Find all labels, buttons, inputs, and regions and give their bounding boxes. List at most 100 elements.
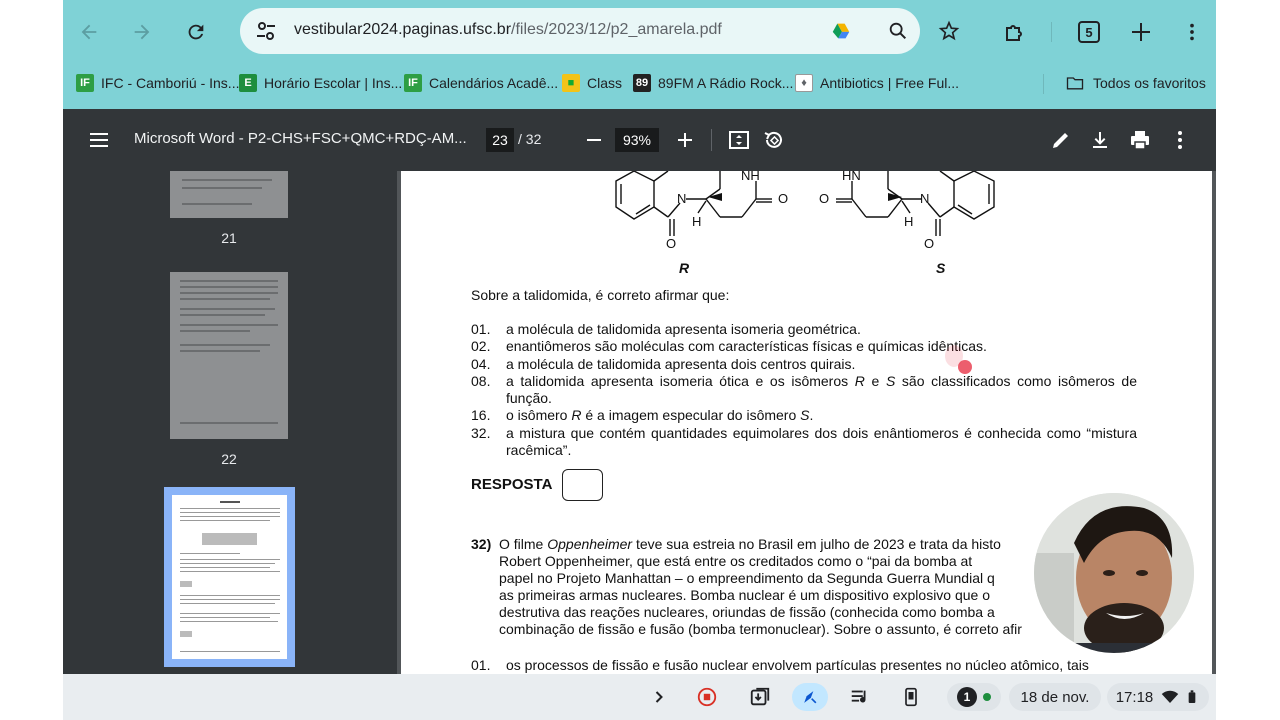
url-host: vestibular2024.paginas.ufsc.br <box>294 21 512 38</box>
zoom-in-icon[interactable] <box>673 128 697 152</box>
question-32-option-01: 01. os processos de fissão e fusão nucle… <box>471 657 1089 673</box>
answer-box <box>562 469 603 501</box>
atom-o-label: O <box>778 191 789 206</box>
download-tray-icon <box>750 687 770 706</box>
extensions-button[interactable] <box>997 14 1033 50</box>
atom-nh-label: NH <box>741 171 760 183</box>
forward-button[interactable] <box>124 14 160 50</box>
menu-icon[interactable] <box>87 128 111 152</box>
pdf-toolbar: Microsoft Word - P2-CHS+FSC+QMC+RDÇ-AM..… <box>63 109 1216 171</box>
bookmark-all-folder[interactable]: Todos os favoritos <box>1065 72 1206 94</box>
media-controls-button[interactable] <box>846 683 874 711</box>
notification-indicator[interactable]: 1 <box>947 683 1001 711</box>
screen-record-button[interactable] <box>693 683 721 711</box>
browser-menu-button[interactable] <box>1174 14 1210 50</box>
plus-icon <box>1132 23 1150 41</box>
isomer-r-label: R <box>679 260 690 276</box>
bookmark-star-icon[interactable] <box>938 20 960 42</box>
tab-switcher-button[interactable]: 5 <box>1071 14 1107 50</box>
back-button[interactable] <box>71 14 107 50</box>
stylus-tools-button[interactable] <box>792 683 828 711</box>
bookmark-ifc-camboriu[interactable]: IF IFC - Camboriú - Ins... <box>76 72 239 94</box>
question-intro: Sobre a talidomida, é correto afirmar qu… <box>471 287 730 303</box>
shelf-expand-button[interactable] <box>645 683 673 711</box>
bookmark-antibiotics[interactable]: ♦ Antibiotics | Free Ful... <box>795 72 959 94</box>
thumbnail-page-21[interactable] <box>170 171 288 218</box>
thumbnail-sidebar: 21 22 <box>63 171 397 674</box>
date-tray-button[interactable]: 18 de nov. <box>1009 683 1101 711</box>
thalidomide-structures-diagram <box>615 171 995 236</box>
puzzle-icon <box>1006 25 1022 41</box>
arrow-right-icon <box>134 24 150 40</box>
thumbnail-number: 21 <box>221 230 237 246</box>
thumbnail-number: 22 <box>221 451 237 467</box>
download-icon[interactable] <box>1088 128 1112 152</box>
fit-page-icon[interactable] <box>727 128 751 152</box>
presenter-video-image <box>1034 493 1194 653</box>
phone-icon <box>905 687 917 707</box>
address-bar[interactable]: vestibular2024.paginas.ufsc.br/files/202… <box>240 8 920 54</box>
new-tab-button[interactable] <box>1123 14 1159 50</box>
annotate-pen-icon[interactable] <box>1049 128 1073 152</box>
site-settings-icon[interactable] <box>254 19 278 43</box>
status-tray-button[interactable]: 17:18 <box>1107 683 1209 711</box>
bookmark-calendarios[interactable]: IF Calendários Acadê... <box>404 72 558 94</box>
atom-h-label: H <box>692 214 702 229</box>
atom-o-label: O <box>819 191 830 206</box>
ifc-favicon: IF <box>404 74 422 92</box>
pdf-more-icon[interactable] <box>1168 128 1192 152</box>
toolbar-divider <box>1051 22 1052 42</box>
laser-pointer-dot <box>958 360 972 374</box>
pdf-title: Microsoft Word - P2-CHS+FSC+QMC+RDÇ-AM..… <box>134 130 467 147</box>
thumbnail-page-22[interactable] <box>170 272 288 439</box>
wifi-icon <box>1162 690 1179 703</box>
left-margin <box>0 0 63 720</box>
bookmark-horario-escolar[interactable]: E Horário Escolar | Ins... <box>239 72 402 94</box>
webcam-overlay <box>1034 493 1194 653</box>
notification-count: 1 <box>957 687 977 707</box>
screen-capture-button[interactable] <box>746 683 774 711</box>
bookmarks-divider <box>1043 74 1044 94</box>
phone-hub-button[interactable] <box>897 683 925 711</box>
folder-icon <box>1066 77 1084 90</box>
bookmark-89fm[interactable]: 89 89FM A Rádio Rock... <box>633 72 793 94</box>
more-vert-icon <box>1190 23 1194 41</box>
print-icon[interactable] <box>1128 128 1152 152</box>
google-drive-icon[interactable] <box>830 20 852 42</box>
system-shelf: 1 18 de nov. 17:18 <box>63 674 1216 720</box>
zoom-search-icon[interactable] <box>887 20 909 42</box>
rotate-icon[interactable] <box>762 128 786 152</box>
url-text[interactable]: vestibular2024.paginas.ufsc.br/files/202… <box>294 21 722 39</box>
atom-n-label: N <box>920 191 930 206</box>
bookmarks-bar: IF IFC - Camboriú - Ins... E Horário Escol… <box>63 64 1216 102</box>
radio-favicon: 89 <box>633 74 651 92</box>
class-favicon: ■ <box>562 74 580 92</box>
battery-icon <box>1188 690 1196 703</box>
page-total: / 32 <box>518 131 542 147</box>
option-32: 32. a mistura que contém quantidades equ… <box>471 425 1137 458</box>
right-margin <box>1216 0 1280 720</box>
status-dot-icon <box>983 693 991 701</box>
isomer-s-label: S <box>936 260 946 276</box>
playlist-music-icon <box>851 690 866 703</box>
page-number-input[interactable]: 23 <box>486 128 514 152</box>
thumbnail-page-23-selected[interactable] <box>164 487 295 667</box>
reload-button[interactable] <box>178 14 214 50</box>
zoom-input[interactable]: 93% <box>615 128 659 152</box>
reload-icon <box>188 24 204 40</box>
option-08: 08. a talidomida apresenta isomeria ótic… <box>471 373 1137 406</box>
atom-o-label: O <box>666 236 677 251</box>
atom-hn-label: HN <box>842 171 861 183</box>
zoom-out-icon[interactable] <box>582 128 606 152</box>
bookmark-class[interactable]: ■ Class <box>562 72 622 94</box>
arrow-left-icon <box>81 24 97 40</box>
record-stop-icon <box>697 687 717 707</box>
lock-favicon: ♦ <box>795 74 813 92</box>
atom-o-label: O <box>924 236 935 251</box>
browser-toolbar: vestibular2024.paginas.ufsc.br/files/202… <box>63 0 1216 109</box>
atom-h-label: H <box>904 214 914 229</box>
chevron-right-icon <box>655 691 663 703</box>
url-path: /files/2023/12/p2_amarela.pdf <box>511 21 722 38</box>
tab-count: 5 <box>1078 21 1100 43</box>
shelf-date: 18 de nov. <box>1020 688 1090 706</box>
